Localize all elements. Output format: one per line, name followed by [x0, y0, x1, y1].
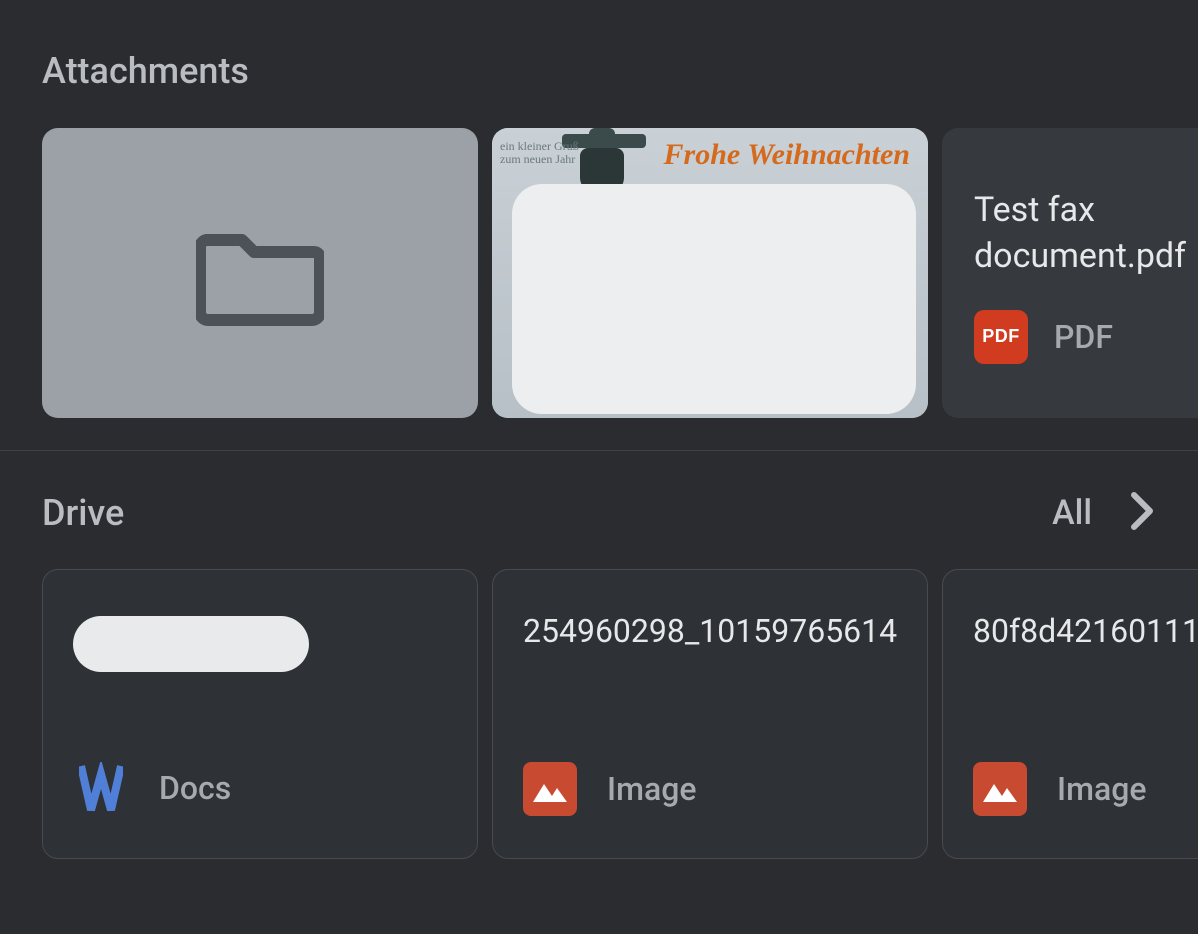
attachment-folder-tile[interactable]: [42, 128, 478, 418]
drive-header: Drive All: [0, 451, 1198, 535]
drive-row: Docs 254960298_10159765614114446_... Ima…: [0, 535, 1198, 859]
pdf-title-line1: Test fax: [974, 188, 1198, 234]
doc-meta-row: Docs: [73, 760, 231, 816]
drive-item-title: 80f8d42160111f9c28bfe: [973, 610, 1198, 700]
pdf-type-label: PDF: [1054, 318, 1113, 356]
attachment-pdf-tile[interactable]: Test fax document.pdf PDF PDF: [942, 128, 1198, 418]
drive-heading: Drive: [42, 492, 124, 534]
image-meta-row: Image: [523, 762, 696, 816]
image-type-label: Image: [607, 770, 696, 808]
pdf-icon: PDF: [974, 310, 1028, 364]
image-inner-card: [512, 184, 916, 414]
image-icon: [523, 762, 577, 816]
pdf-meta-row: PDF PDF: [974, 310, 1198, 364]
drive-image-tile[interactable]: 80f8d42160111f9c28bfe Image: [942, 569, 1198, 859]
image-small-text: ein kleiner Gruß zum neuen Jahr: [500, 140, 590, 166]
redacted-title: [73, 616, 309, 672]
drive-image-tile[interactable]: 254960298_10159765614114446_... Image: [492, 569, 928, 859]
drive-item-title: 254960298_10159765614114446_...: [523, 610, 897, 700]
drive-filter[interactable]: All: [1052, 491, 1156, 535]
docs-icon: [73, 760, 129, 816]
image-caption: Frohe Weihnachten: [664, 138, 910, 172]
attachments-heading: Attachments: [0, 0, 1198, 92]
chevron-right-icon: [1128, 491, 1156, 535]
attachments-row: ein kleiner Gruß zum neuen Jahr Frohe We…: [0, 92, 1198, 418]
drive-filter-label: All: [1052, 493, 1092, 533]
image-type-label: Image: [1057, 770, 1146, 808]
pdf-title-line2: document.pdf: [974, 234, 1198, 280]
folder-icon: [196, 216, 324, 330]
attachment-image-tile[interactable]: ein kleiner Gruß zum neuen Jahr Frohe We…: [492, 128, 928, 418]
image-meta-row: Image: [973, 762, 1146, 816]
image-icon: [973, 762, 1027, 816]
doc-type-label: Docs: [159, 769, 231, 807]
drive-doc-tile[interactable]: Docs: [42, 569, 478, 859]
